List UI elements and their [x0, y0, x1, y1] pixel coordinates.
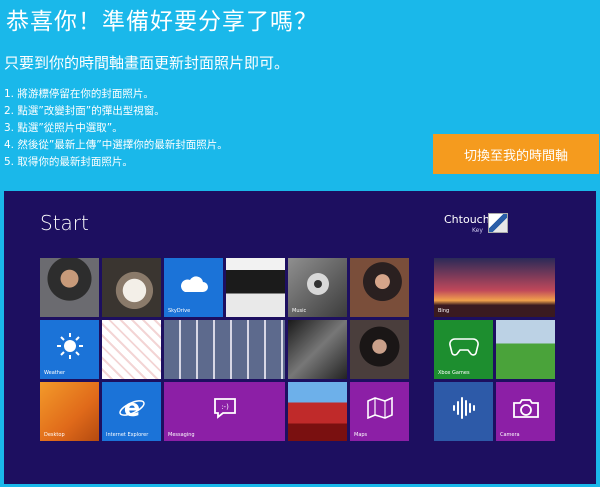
photo-tile-group	[288, 320, 347, 379]
skydrive-tile: SkyDrive	[164, 258, 223, 317]
step-item: 3. 點選”從照片中選取”。	[4, 122, 123, 134]
photo-tile-temple	[288, 382, 347, 441]
step-item: 1. 將游標停留在你的封面照片。	[4, 88, 154, 100]
internet-explorer-label: Internet Explorer	[106, 432, 149, 438]
bing-tile: Bing	[434, 258, 555, 317]
weather-tile: Weather	[40, 320, 99, 379]
desktop-label: Desktop	[44, 432, 65, 438]
camera-label: Camera	[500, 432, 520, 438]
page-title: 恭喜你！準備好要分享了嗎？	[6, 9, 318, 35]
bing-label: Bing	[438, 308, 450, 314]
windows-start-screen-preview: Start Chtouch Key SkyDrive Music Weather…	[4, 191, 596, 484]
messaging-label: Messaging	[168, 432, 195, 438]
xbox-games-tile: Xbox Games	[434, 320, 493, 379]
weather-label: Weather	[44, 370, 66, 376]
step-item: 5. 取得你的最新封面照片。	[4, 156, 133, 168]
maps-label: Maps	[354, 432, 368, 438]
photo-tile-dog	[102, 258, 161, 317]
internet-explorer-tile: e Internet Explorer	[102, 382, 161, 441]
camera-icon	[496, 382, 555, 433]
camera-tile: Camera	[496, 382, 555, 441]
user-name: Chtouch	[444, 213, 490, 226]
user-subtitle: Key	[472, 227, 483, 234]
step-item: 2. 點選”改變封面”的彈出型視窗。	[4, 105, 165, 117]
album-art-icon	[288, 258, 347, 309]
map-icon	[350, 382, 409, 433]
desktop-tile: Desktop	[40, 382, 99, 441]
switch-to-timeline-button[interactable]: 切換至我的時間軸	[433, 134, 599, 174]
cloud-icon	[164, 258, 223, 309]
photo-tile-girl	[350, 258, 409, 317]
chat-bubble-icon: :-)	[164, 382, 285, 433]
start-heading: Start	[40, 211, 89, 235]
photo-tile-collage	[164, 320, 285, 379]
photo-tile-portrait	[350, 320, 409, 379]
photo-tile-person	[40, 258, 99, 317]
photo-tile-character	[226, 258, 285, 317]
gamepad-icon	[434, 320, 493, 371]
audio-tile	[434, 382, 493, 441]
music-tile: Music	[288, 258, 347, 317]
xbox-games-label: Xbox Games	[438, 370, 470, 376]
instruction-subtitle: 只要到你的時間軸畫面更新封面照片即可。	[4, 54, 290, 72]
sound-wave-icon	[434, 382, 493, 433]
photo-tile-soccer	[496, 320, 555, 379]
maps-tile: Maps	[350, 382, 409, 441]
step-item: 4. 然後從”最新上傳”中選擇你的最新封面照片。	[4, 139, 228, 151]
sun-icon	[40, 320, 99, 371]
avatar	[488, 213, 508, 233]
music-label: Music	[292, 308, 307, 314]
messaging-tile: :-) Messaging	[164, 382, 285, 441]
steps-list: 1. 將游標停留在你的封面照片。 2. 點選”改變封面”的彈出型視窗。 3. 點…	[4, 86, 228, 171]
internet-explorer-icon: e	[102, 382, 161, 433]
skydrive-label: SkyDrive	[168, 308, 191, 314]
svg-text::-): :-)	[221, 403, 229, 411]
photo-tile-sketch	[102, 320, 161, 379]
svg-text:e: e	[123, 394, 139, 422]
